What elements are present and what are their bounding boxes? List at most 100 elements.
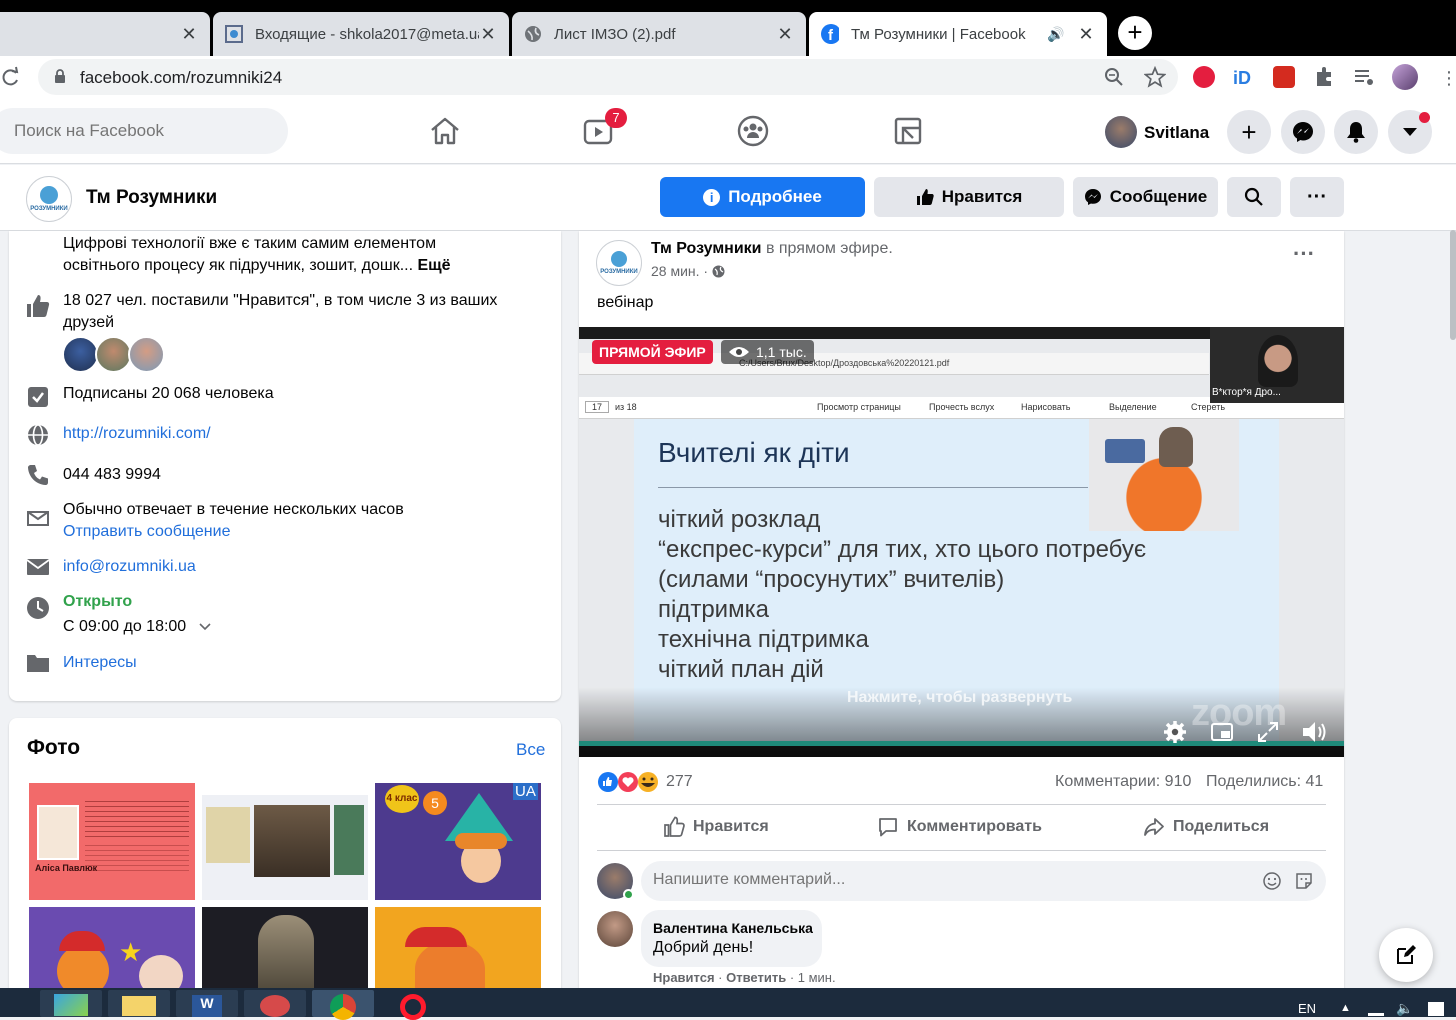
like-button[interactable]: Нравится: [663, 816, 769, 838]
browser-tab[interactable]: е ✕: [0, 12, 210, 56]
photo-thumbnail[interactable]: ★: [29, 907, 195, 997]
bookmark-star-icon[interactable]: [1143, 65, 1167, 93]
speaker-icon[interactable]: 🔊: [1047, 26, 1069, 43]
close-tab-icon[interactable]: ✕: [180, 24, 198, 45]
website-link[interactable]: http://rozumniki.com/: [63, 423, 533, 445]
close-tab-icon[interactable]: ✕: [776, 24, 794, 45]
comment-reply-link[interactable]: Ответить: [726, 970, 786, 985]
browser-menu-icon[interactable]: ⋮: [1440, 68, 1456, 89]
lock-icon[interactable]: [54, 69, 66, 89]
taskbar-opera[interactable]: [390, 990, 452, 1020]
page-scrollbar[interactable]: [1450, 230, 1456, 340]
friend-avatar[interactable]: [62, 336, 99, 373]
thumbs-up-icon: [664, 816, 685, 837]
like-page-button[interactable]: Нравится: [874, 177, 1064, 217]
emoji-icon[interactable]: [1263, 872, 1281, 890]
photo-thumbnail[interactable]: Аліса Павлюк: [29, 783, 195, 900]
messenger-button[interactable]: [1281, 110, 1325, 154]
photo-thumbnail[interactable]: UA 4 клас 5: [375, 783, 541, 900]
phone-icon: [28, 465, 48, 485]
page-logo[interactable]: РОЗУМНИКИ: [26, 176, 72, 222]
comment-time[interactable]: 1 мин.: [798, 970, 836, 985]
gaming-icon[interactable]: [891, 114, 925, 148]
see-more-link[interactable]: Ещё: [417, 257, 450, 274]
comment-like-link[interactable]: Нравится: [653, 970, 715, 985]
post-author-avatar[interactable]: РОЗУМНИКИ: [596, 240, 642, 286]
browser-tab-active[interactable]: f Тм Розумники | Facebook 🔊 ✕: [809, 12, 1107, 56]
tray-app-icon[interactable]: [1428, 1002, 1444, 1016]
chevron-down-icon[interactable]: [199, 623, 211, 631]
more-info-button[interactable]: i Подробнее: [660, 177, 865, 217]
picture-in-picture-icon[interactable]: [1211, 721, 1233, 743]
taskbar-app[interactable]: [40, 990, 102, 1017]
new-tab-button[interactable]: +: [1118, 16, 1152, 50]
fullscreen-icon[interactable]: [1257, 721, 1279, 743]
browser-tab[interactable]: Лист ІМЗО (2).pdf ✕: [512, 12, 806, 56]
browser-tab[interactable]: Входящие - shkola2017@meta.ua ✕: [213, 12, 509, 56]
message-page-button[interactable]: Сообщение: [1073, 177, 1218, 217]
settings-gear-icon[interactable]: [1163, 720, 1187, 744]
webcam-overlay: В*ктор*я Дро...: [1210, 327, 1344, 403]
create-button[interactable]: +: [1227, 110, 1271, 154]
live-video-player[interactable]: C:/Users/Brux/Desktop/Дроздовська%202201…: [579, 327, 1344, 757]
page-title[interactable]: Тм Розумники: [86, 187, 217, 209]
reactions-summary[interactable]: 277: [597, 771, 693, 793]
taskbar-app[interactable]: [108, 990, 170, 1017]
comments-count[interactable]: Комментарии: 910: [1055, 773, 1191, 791]
close-tab-icon[interactable]: ✕: [1077, 24, 1095, 45]
media-queue-icon[interactable]: [1353, 66, 1375, 88]
shares-count[interactable]: Поделились: 41: [1206, 773, 1323, 791]
phone-text[interactable]: 044 483 9994: [63, 464, 533, 486]
id-extension-icon[interactable]: iD: [1233, 66, 1255, 88]
hours-text[interactable]: С 09:00 до 18:00: [63, 616, 186, 638]
photos-see-all-link[interactable]: Все: [516, 740, 545, 760]
volume-icon[interactable]: [1301, 720, 1327, 744]
comment-input[interactable]: [653, 871, 1213, 889]
comment-author-avatar[interactable]: [597, 911, 633, 947]
interests-link[interactable]: Интересы: [63, 652, 533, 674]
profile-avatar-icon[interactable]: [1392, 64, 1418, 90]
search-input[interactable]: [14, 121, 235, 141]
taskbar-app[interactable]: [244, 990, 306, 1017]
page-more-button[interactable]: ···: [1290, 177, 1344, 217]
adblock-extension-icon[interactable]: [1193, 66, 1215, 88]
photo-thumbnail[interactable]: [202, 907, 368, 997]
reload-icon[interactable]: [0, 66, 20, 93]
taskbar-chrome[interactable]: [312, 990, 374, 1020]
friend-avatar[interactable]: [95, 336, 132, 373]
notifications-button[interactable]: [1334, 110, 1378, 154]
pdf-extension-icon[interactable]: [1273, 66, 1295, 88]
groups-icon[interactable]: [736, 114, 770, 148]
comment-input-box[interactable]: [641, 861, 1326, 901]
url-text[interactable]: facebook.com/rozumniki24: [80, 68, 282, 88]
comment-author[interactable]: Валентина Канельська: [653, 920, 813, 936]
home-icon[interactable]: [428, 114, 462, 148]
new-message-button[interactable]: [1379, 928, 1433, 982]
user-avatar[interactable]: [1105, 116, 1137, 148]
taskbar-word[interactable]: W: [176, 990, 238, 1017]
comment-button[interactable]: Комментировать: [877, 816, 1042, 838]
puzzle-extensions-icon[interactable]: [1313, 66, 1335, 88]
zoom-icon[interactable]: [1104, 67, 1124, 92]
slide-line: підтримка: [658, 596, 769, 623]
post-options-button[interactable]: ···: [1293, 241, 1315, 267]
address-bar[interactable]: facebook.com/rozumniki24: [38, 59, 1178, 95]
speaker-tray-icon[interactable]: 🔈: [1396, 1000, 1413, 1017]
post-time[interactable]: 28 мин. ·: [651, 263, 712, 279]
page-search-button[interactable]: [1227, 177, 1281, 217]
sticker-icon[interactable]: [1295, 872, 1313, 890]
expand-hint[interactable]: Нажмите, чтобы развернуть: [847, 689, 1072, 707]
share-button[interactable]: Поделиться: [1143, 816, 1269, 838]
friend-avatar[interactable]: [128, 336, 165, 373]
search-box[interactable]: [0, 108, 288, 154]
close-tab-icon[interactable]: ✕: [479, 24, 497, 45]
user-name[interactable]: Svitlana: [1144, 123, 1209, 143]
post-author-name[interactable]: Тм Розумники: [651, 240, 762, 257]
photo-thumbnail[interactable]: [202, 783, 368, 900]
tray-chevron-icon[interactable]: ▲: [1340, 1002, 1351, 1014]
photo-thumbnail[interactable]: [375, 907, 541, 997]
send-message-link[interactable]: Отправить сообщение: [63, 523, 230, 540]
network-icon[interactable]: [1368, 1004, 1384, 1016]
language-indicator[interactable]: EN: [1298, 1001, 1316, 1016]
email-link[interactable]: info@rozumniki.ua: [63, 556, 533, 578]
